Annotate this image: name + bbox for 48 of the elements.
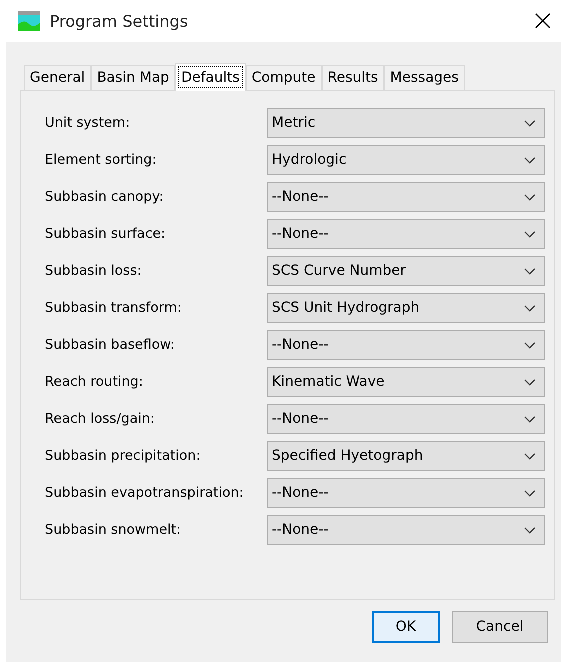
chevron-down-icon	[524, 156, 536, 164]
setting-label: Reach routing:	[45, 374, 144, 390]
dropdown[interactable]: --None--	[267, 404, 545, 434]
dropdown[interactable]: --None--	[267, 330, 545, 360]
setting-label: Subbasin snowmelt:	[45, 522, 182, 538]
chevron-down-icon	[524, 194, 536, 200]
dropdown[interactable]: --None--	[267, 515, 545, 545]
setting-label: Subbasin loss:	[45, 263, 143, 279]
setting-label: Subbasin evapotranspiration:	[45, 485, 245, 501]
chevron-down-icon	[524, 120, 536, 126]
setting-label: Reach loss/gain:	[45, 411, 156, 427]
dropdown[interactable]: --None--	[267, 219, 545, 249]
chevron-down-icon	[524, 452, 536, 460]
tab[interactable]: Defaults	[175, 63, 246, 91]
chevron-down-icon	[524, 342, 536, 348]
tab[interactable]: Basin Map	[91, 65, 176, 90]
chevron-down-icon	[524, 490, 536, 496]
setting-label: Subbasin baseflow:	[45, 337, 176, 353]
chevron-down-icon	[524, 378, 536, 386]
dropdown[interactable]: --None--	[267, 478, 545, 508]
setting-label: Unit system:	[45, 115, 132, 131]
chevron-down-icon	[524, 268, 536, 274]
dropdown[interactable]: Kinematic Wave	[267, 367, 545, 397]
chevron-down-icon	[524, 526, 536, 534]
setting-label: Subbasin canopy:	[45, 189, 165, 205]
dropdown[interactable]: SCS Unit Hydrograph	[267, 293, 545, 323]
dropdown[interactable]: SCS Curve Number	[267, 256, 545, 286]
setting-label: Subbasin precipitation:	[45, 448, 202, 464]
tab[interactable]: General	[24, 65, 92, 90]
close-icon	[535, 13, 551, 29]
dropdown[interactable]: --None--	[267, 182, 545, 212]
setting-label: Element sorting:	[45, 152, 158, 168]
dropdown[interactable]: Specified Hyetograph	[267, 441, 545, 471]
chevron-down-icon	[524, 416, 536, 422]
window-title: Program Settings	[50, 12, 190, 30]
dropdown[interactable]: Hydrologic	[267, 145, 545, 175]
chevron-down-icon	[524, 304, 536, 312]
dropdown[interactable]: Metric	[267, 108, 545, 138]
tab[interactable]: Results	[322, 65, 384, 90]
close-button[interactable]	[533, 11, 553, 31]
tab[interactable]: Messages	[384, 65, 465, 90]
chevron-down-icon	[524, 230, 536, 238]
dialog-button[interactable]: Cancel	[452, 611, 548, 643]
tab[interactable]: Compute	[246, 65, 322, 90]
dialog-button[interactable]: OK	[372, 611, 440, 643]
setting-label: Subbasin transform:	[45, 300, 183, 316]
setting-label: Subbasin surface:	[45, 226, 167, 242]
app-icon	[18, 11, 40, 31]
